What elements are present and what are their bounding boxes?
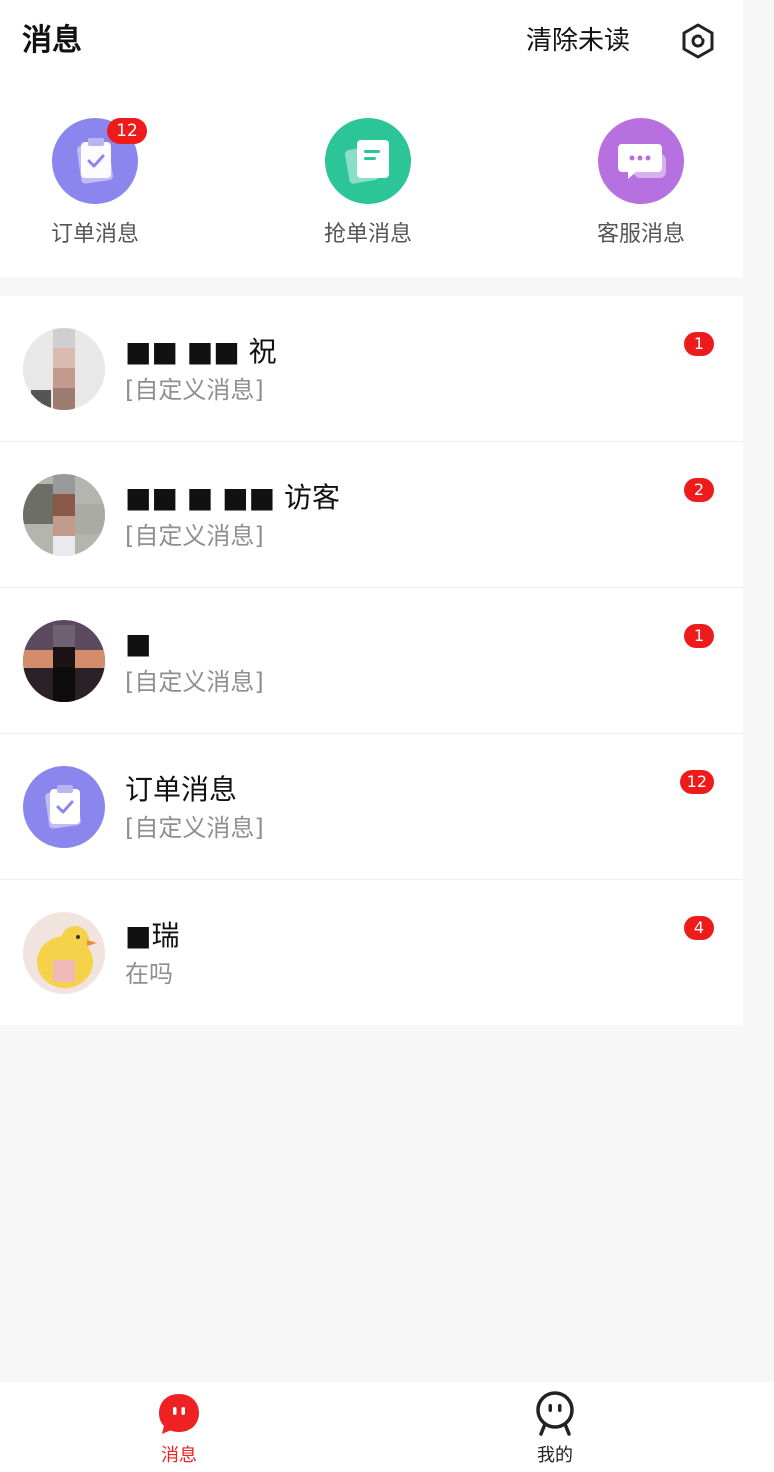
quick-action-label: 订单消息 <box>50 222 139 247</box>
conversation-list: ■■ ■■ 祝 [自定义消息] 1 ■■ ■ ■■ 访客 [自定义消息] 2 ■… <box>0 296 743 1025</box>
conversation-row[interactable]: ■瑞 在吗 4 <box>0 880 743 1025</box>
conversation-name: ■■ ■■ 祝 <box>125 335 277 368</box>
conversation-preview: [自定义消息] <box>125 522 264 550</box>
avatar <box>23 912 105 994</box>
conversation-row[interactable]: ■■ ■ ■■ 访客 [自定义消息] 2 <box>0 442 743 588</box>
page-title: 消息 <box>22 23 82 58</box>
quick-action-row: 12 订单消息 抢单消息 客服消息 <box>0 84 743 277</box>
avatar <box>23 328 105 410</box>
hexagon-settings-icon[interactable] <box>680 22 716 60</box>
quick-action-label: 客服消息 <box>596 222 685 247</box>
conversation-name: 订单消息 <box>125 773 238 806</box>
message-bubble-icon <box>155 1390 203 1438</box>
tab-label: 消息 <box>161 1445 197 1466</box>
clipboard-check-icon <box>23 766 105 848</box>
order-unread-badge: 12 <box>107 118 147 144</box>
clear-unread-button[interactable]: 清除未读 <box>526 24 630 58</box>
avatar <box>23 474 105 556</box>
conversation-name: ■ <box>125 627 152 660</box>
bottom-tab-bar: 消息 我的 <box>0 1382 774 1472</box>
document-stack-icon <box>325 118 411 204</box>
unread-badge: 2 <box>684 478 714 502</box>
quick-service-messages[interactable]: 客服消息 <box>551 118 731 258</box>
conversation-preview: [自定义消息] <box>125 814 264 842</box>
unread-badge: 4 <box>684 916 714 940</box>
conversation-preview: [自定义消息] <box>125 668 264 696</box>
tab-label: 我的 <box>537 1445 573 1466</box>
tab-messages[interactable]: 消息 <box>99 1382 259 1472</box>
conversation-row[interactable]: ■■ ■■ 祝 [自定义消息] 1 <box>0 296 743 442</box>
tab-mine[interactable]: 我的 <box>475 1382 635 1472</box>
unread-badge: 12 <box>679 770 714 794</box>
conversation-row[interactable]: ■ [自定义消息] 1 <box>0 588 743 734</box>
conversation-name: ■■ ■ ■■ 访客 <box>125 481 340 514</box>
top-bar: 消息 清除未读 <box>0 0 743 84</box>
quick-order-messages[interactable]: 12 订单消息 <box>5 118 185 258</box>
quick-action-label: 抢单消息 <box>323 222 412 247</box>
app-screen: 消息 清除未读 12 订单消息 抢单消息 客服消息 ■■ ■■ 祝 [自定义消息… <box>0 0 774 1472</box>
unread-badge: 1 <box>684 624 714 648</box>
conversation-preview: 在吗 <box>125 960 173 988</box>
quick-grab-order-messages[interactable]: 抢单消息 <box>278 118 458 258</box>
avatar <box>23 620 105 702</box>
person-face-icon <box>531 1390 579 1438</box>
unread-badge: 1 <box>684 332 714 356</box>
chat-bubbles-icon <box>598 118 684 204</box>
conversation-preview: [自定义消息] <box>125 376 264 404</box>
conversation-name: ■瑞 <box>125 919 180 952</box>
conversation-row[interactable]: 订单消息 [自定义消息] 12 <box>0 734 743 880</box>
